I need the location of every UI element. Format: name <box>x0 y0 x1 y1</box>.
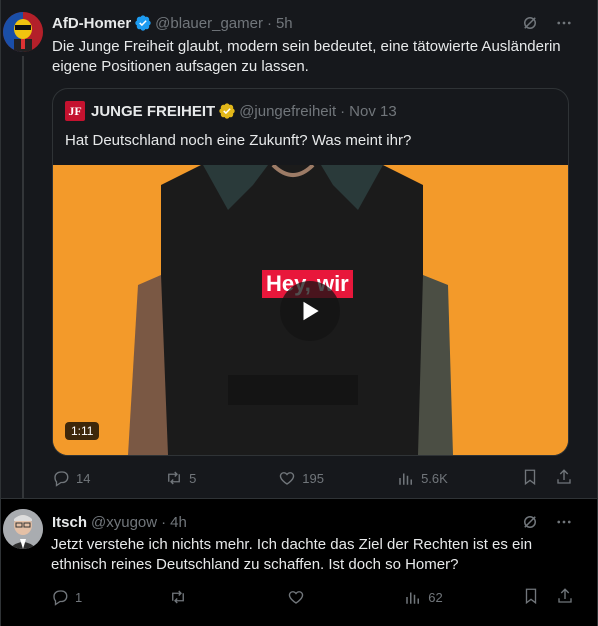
tweet[interactable]: AfD-Homer @blauer_gamer · 5h Die Junge F… <box>1 0 597 498</box>
timestamp[interactable]: 5h <box>276 15 293 32</box>
timestamp[interactable]: 4h <box>170 514 187 531</box>
views-count: 5.6K <box>421 470 448 486</box>
repost-icon <box>168 471 181 485</box>
reply-icon <box>54 471 69 487</box>
reply-button[interactable]: 1 <box>51 588 91 606</box>
share-icon <box>558 587 572 603</box>
like-icon <box>288 591 303 604</box>
share-button[interactable] <box>555 468 573 489</box>
tweet-actions-right <box>522 587 574 608</box>
quote-author-name[interactable]: JUNGE FREIHEIT <box>91 103 215 120</box>
repost-button[interactable]: 5 <box>165 469 205 487</box>
reply-count: 1 <box>75 589 83 605</box>
like-button[interactable] <box>287 588 327 606</box>
tweet-text: Die Junge Freiheit glaubt, modern sein b… <box>52 38 561 75</box>
verified-icon <box>134 14 152 32</box>
views-button[interactable]: 5.6K <box>397 469 448 487</box>
author-handle[interactable]: @blauer_gamer <box>155 15 263 32</box>
tweet-header-icons <box>521 14 573 32</box>
views-icon <box>406 592 420 604</box>
views-count: 62 <box>428 589 443 605</box>
like-button[interactable]: 195 <box>278 469 324 487</box>
share-icon <box>557 468 571 484</box>
tweet-actions-right <box>521 468 573 489</box>
tweet-header-icons <box>521 513 573 531</box>
grok-icon[interactable] <box>521 14 539 32</box>
author-name[interactable]: Itsch <box>52 514 87 531</box>
reply-button[interactable]: 14 <box>52 469 92 487</box>
quote-author-handle[interactable]: @jungefreiheit <box>239 103 336 120</box>
quote-header: JF JUNGE FREIHEIT @jungefreiheit · Nov 1… <box>65 101 397 121</box>
quote-avatar[interactable]: JF <box>65 101 85 121</box>
reply-count: 14 <box>76 470 91 486</box>
bookmark-icon <box>524 469 536 485</box>
repost-icon <box>171 590 184 604</box>
tweet-text: Jetzt verstehe ich nichts mehr. Ich dach… <box>51 536 533 573</box>
bookmark-button[interactable] <box>522 587 540 608</box>
views-icon <box>399 473 413 485</box>
reply-icon <box>53 590 68 606</box>
tweet-actions: 14 5 195 5.6K <box>52 468 573 488</box>
quote-tweet[interactable]: JF JUNGE FREIHEIT @jungefreiheit · Nov 1… <box>52 88 569 456</box>
thread-line <box>22 56 24 498</box>
avatar[interactable] <box>3 509 43 549</box>
verified-icon <box>218 102 236 120</box>
repost-count: 5 <box>189 470 197 486</box>
repost-button[interactable] <box>169 588 209 606</box>
play-button[interactable] <box>280 281 340 341</box>
avatar[interactable] <box>3 12 43 52</box>
video-player[interactable]: Hey, wir 1:11 <box>53 165 568 455</box>
quote-timestamp[interactable]: Nov 13 <box>349 103 397 120</box>
views-button[interactable]: 62 <box>404 588 444 606</box>
author-name[interactable]: AfD-Homer <box>52 15 131 32</box>
bookmark-button[interactable] <box>521 468 539 489</box>
like-count: 195 <box>302 470 324 486</box>
more-icon[interactable] <box>555 14 573 32</box>
separator-dot: · <box>340 102 346 120</box>
timeline: AfD-Homer @blauer_gamer · 5h Die Junge F… <box>0 0 598 626</box>
tweet-header: Itsch @xyugow · 4h <box>52 512 187 532</box>
video-duration: 1:11 <box>65 422 100 440</box>
grok-icon[interactable] <box>521 513 539 531</box>
share-button[interactable] <box>556 587 574 608</box>
tweet-actions: 1 62 <box>51 587 574 607</box>
bookmark-icon <box>525 588 537 604</box>
quote-text: Hat Deutschland noch eine Zukunft? Was m… <box>65 132 412 149</box>
more-icon[interactable] <box>555 513 573 531</box>
tweet-header: AfD-Homer @blauer_gamer · 5h <box>52 13 293 33</box>
separator-dot: · <box>266 14 272 32</box>
like-icon <box>280 472 295 485</box>
play-icon <box>303 301 319 321</box>
separator-dot: · <box>161 513 167 531</box>
author-handle[interactable]: @xyugow <box>91 514 157 531</box>
